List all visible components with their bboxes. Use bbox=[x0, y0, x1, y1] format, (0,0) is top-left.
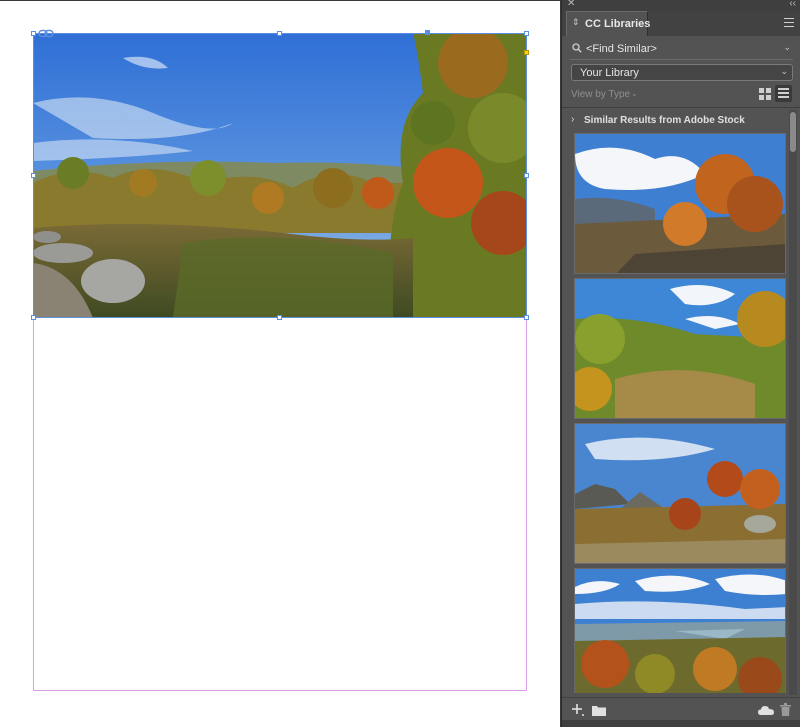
panel-divider bbox=[562, 107, 800, 108]
tab-label: CC Libraries bbox=[585, 18, 651, 30]
chevron-down-icon: ⌄ bbox=[783, 42, 791, 52]
stock-result-thumbnail[interactable] bbox=[574, 423, 786, 564]
cc-libraries-panel: ✕ ‹‹ ⇕ CC Libraries <Find Similar> ⌄ You… bbox=[561, 0, 800, 727]
find-divider bbox=[570, 59, 793, 60]
double-chevron-icon[interactable]: ‹‹ bbox=[789, 0, 796, 9]
stock-result-thumbnail[interactable] bbox=[574, 133, 786, 274]
stock-result-thumbnail[interactable] bbox=[574, 278, 786, 419]
search-icon bbox=[572, 43, 582, 53]
section-header-similar-results[interactable]: › Similar Results from Adobe Stock bbox=[571, 114, 771, 128]
section-title: Similar Results from Adobe Stock bbox=[584, 115, 745, 126]
document-canvas[interactable] bbox=[0, 0, 561, 727]
panel-status-strip bbox=[562, 720, 800, 727]
results-scrollbar-track[interactable] bbox=[789, 110, 797, 695]
placed-image-frame[interactable] bbox=[33, 33, 527, 318]
frame-handle-bottom-right[interactable] bbox=[524, 315, 529, 320]
find-similar-text: <Find Similar> bbox=[586, 43, 657, 55]
chevron-down-icon: ⌄ bbox=[631, 89, 638, 98]
content-anchor-handle[interactable] bbox=[425, 30, 430, 35]
stock-result-thumbnail[interactable] bbox=[574, 568, 786, 693]
tab-cc-libraries[interactable]: ⇕ CC Libraries bbox=[566, 11, 651, 36]
link-icon[interactable] bbox=[38, 29, 54, 38]
content-grabber-handle[interactable] bbox=[524, 50, 529, 55]
rocky-ridge-thumbnail bbox=[575, 424, 785, 563]
list-view-icon[interactable] bbox=[775, 85, 792, 102]
tab-collapse-icon[interactable]: ⇕ bbox=[572, 17, 580, 28]
add-icon[interactable] bbox=[571, 703, 585, 717]
library-select[interactable]: Your Library ⌄ bbox=[571, 64, 793, 81]
chevron-down-icon: ⌄ bbox=[780, 66, 788, 76]
panel-tab-row: ⇕ CC Libraries bbox=[562, 11, 800, 36]
chevron-right-icon: › bbox=[571, 114, 575, 125]
frame-handle-bottom-left[interactable] bbox=[31, 315, 36, 320]
results-scrollbar-thumb[interactable] bbox=[790, 112, 796, 152]
view-by-type-dropdown[interactable]: View by Type bbox=[571, 89, 630, 100]
canvas-border bbox=[0, 0, 561, 1]
hamburger-menu-icon[interactable] bbox=[784, 18, 794, 27]
folder-icon[interactable] bbox=[592, 704, 606, 716]
stock-results-list bbox=[574, 133, 786, 693]
valley-meadow-thumbnail bbox=[575, 279, 785, 418]
river-valley-thumbnail bbox=[575, 569, 785, 693]
cloud-icon[interactable] bbox=[758, 705, 774, 715]
trash-icon[interactable] bbox=[780, 703, 791, 716]
close-icon[interactable]: ✕ bbox=[567, 0, 575, 9]
frame-handle-bottom-center[interactable] bbox=[277, 315, 282, 320]
panel-title-bar: ✕ ‹‹ bbox=[562, 0, 800, 11]
library-selected-value: Your Library bbox=[580, 67, 639, 79]
frame-handle-middle-left[interactable] bbox=[31, 173, 36, 178]
autumn-landscape-image bbox=[33, 33, 527, 318]
frame-handle-middle-right[interactable] bbox=[524, 173, 529, 178]
find-similar-dropdown[interactable]: <Find Similar> ⌄ bbox=[570, 39, 793, 59]
autumn-hillside-thumbnail bbox=[575, 134, 785, 273]
frame-handle-top-left[interactable] bbox=[31, 31, 36, 36]
frame-handle-top-right[interactable] bbox=[524, 31, 529, 36]
frame-handle-top-center[interactable] bbox=[277, 31, 282, 36]
grid-view-icon[interactable] bbox=[759, 88, 771, 100]
